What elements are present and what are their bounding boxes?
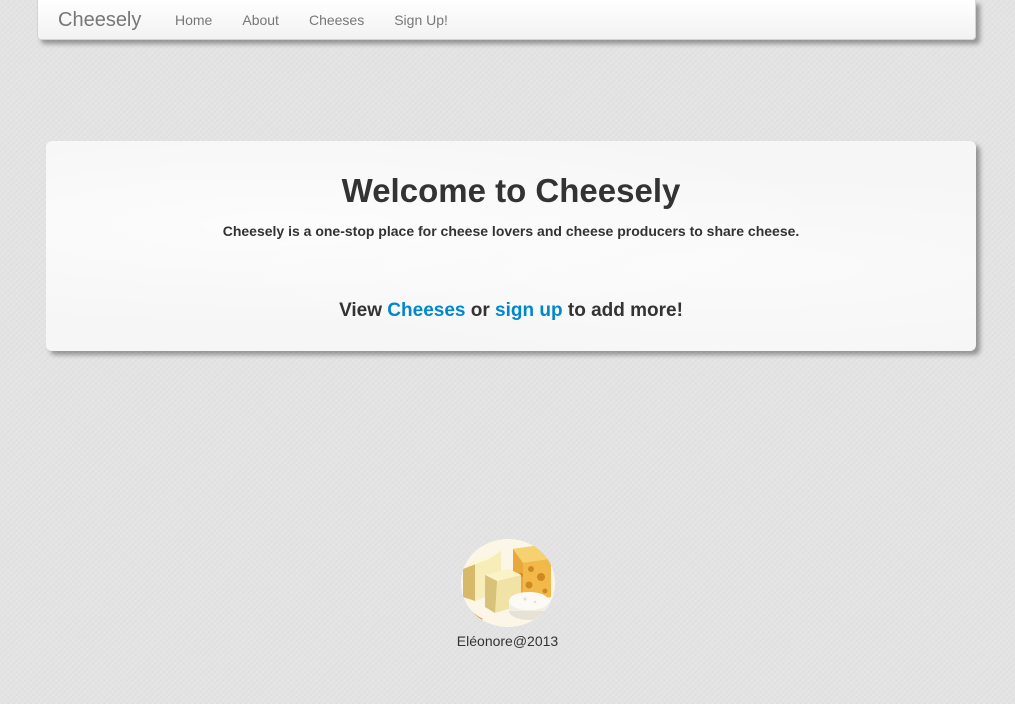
nav-menu: Home About Cheeses Sign Up! bbox=[160, 0, 463, 40]
cta-prefix: View bbox=[339, 300, 388, 321]
cta-signup-link[interactable]: sign up bbox=[495, 300, 563, 321]
cta-suffix: to add more! bbox=[562, 300, 683, 321]
footer-credit: Eléonore@2013 bbox=[456, 633, 559, 649]
nav-item-cheeses: Cheeses bbox=[294, 0, 379, 40]
nav-item-about: About bbox=[227, 0, 294, 40]
navbar: Cheesely Home About Cheeses Sign Up! bbox=[37, 0, 976, 40]
footer: Eléonore@2013 bbox=[0, 539, 1015, 649]
cta-middle: or bbox=[465, 300, 496, 321]
cta-cheeses-link[interactable]: Cheeses bbox=[387, 300, 465, 321]
nav-link-home[interactable]: Home bbox=[160, 0, 227, 38]
nav-link-about[interactable]: About bbox=[227, 0, 294, 38]
hero-unit: Welcome to Cheesely Cheesely is a one-st… bbox=[46, 141, 976, 351]
hero-call-to-action: View Cheeses or sign up to add more! bbox=[46, 299, 976, 323]
cheese-logo-icon bbox=[460, 539, 555, 627]
brand-link[interactable]: Cheesely bbox=[58, 9, 141, 31]
hero-title: Welcome to Cheesely bbox=[341, 172, 681, 209]
nav-link-cheeses[interactable]: Cheeses bbox=[294, 0, 379, 38]
nav-link-signup[interactable]: Sign Up! bbox=[379, 0, 463, 38]
nav-item-home: Home bbox=[160, 0, 227, 40]
nav-item-signup: Sign Up! bbox=[379, 0, 463, 40]
hero-description: Cheesely is a one-stop place for cheese … bbox=[222, 223, 800, 239]
